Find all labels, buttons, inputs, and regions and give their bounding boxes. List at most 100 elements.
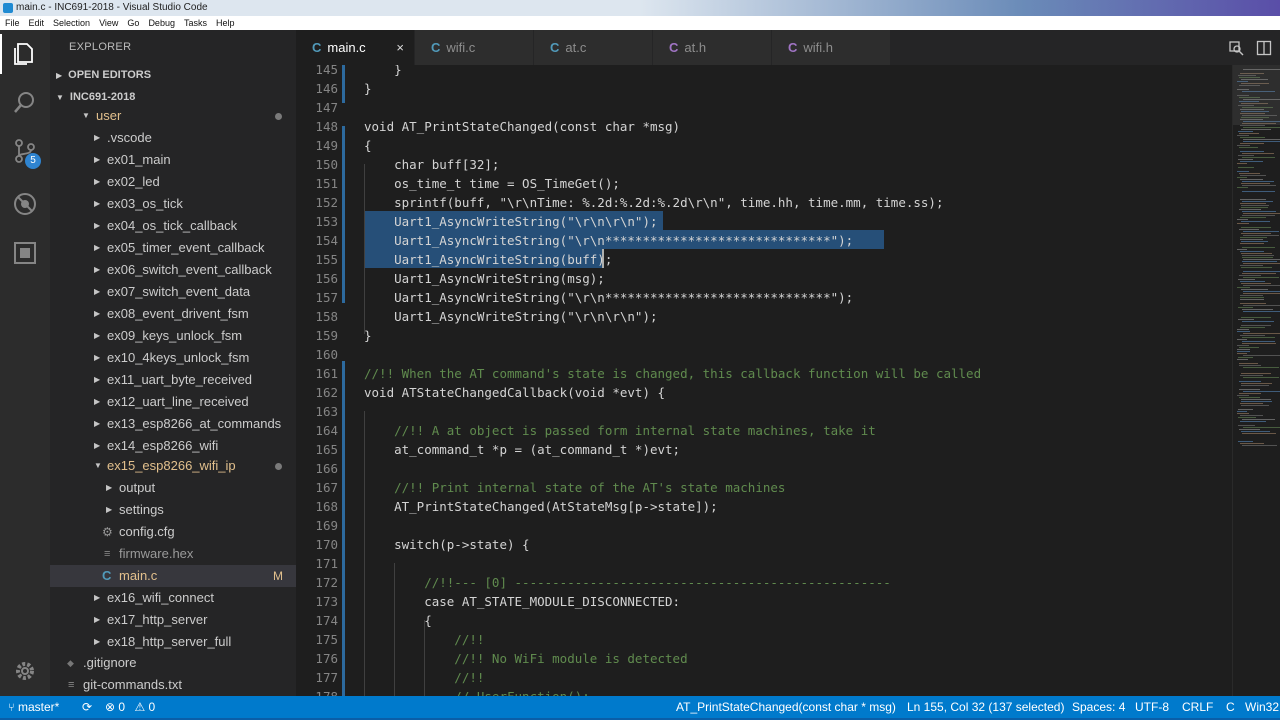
workspace-label: INC691-2018: [69, 91, 136, 103]
code-line: {: [364, 138, 372, 153]
git-branch-item[interactable]: ⑂ master*: [8, 696, 59, 719]
explorer-folder-item[interactable]: ▶ .vscode: [50, 127, 296, 149]
tab-at-h[interactable]: Cat.h: [653, 30, 771, 65]
language-mode[interactable]: C: [1226, 696, 1235, 718]
folder-settings[interactable]: ▶ settings: [50, 499, 296, 521]
c-file-icon: C: [431, 40, 441, 55]
explorer-folder-item[interactable]: ▶ ex08_event_drivent_fsm: [50, 303, 296, 325]
cursor-position[interactable]: Ln 155, Col 32 (137 selected): [907, 696, 1064, 718]
explorer-folder-item[interactable]: ▶ ex06_switch_event_callback: [50, 259, 296, 281]
explorer-folder-item[interactable]: ▶ ex04_os_tick_callback: [50, 215, 296, 237]
explorer-files-icon[interactable]: [12, 41, 38, 67]
tab-wifi-h[interactable]: Cwifi.h: [772, 30, 890, 65]
code-line: switch(p->state) {: [364, 537, 530, 552]
menu-go[interactable]: Go: [127, 16, 139, 30]
minimap-line: [1241, 317, 1271, 318]
line-number: 173: [315, 594, 338, 609]
explorer-folder-item[interactable]: ▶ ex01_main: [50, 149, 296, 171]
minimap-line: [1243, 291, 1280, 292]
explorer-folder-label: ex09_keys_unlock_fsm: [107, 328, 243, 343]
title-bar: main.c - INC691-2018 - Visual Studio Cod…: [0, 0, 1280, 16]
split-editor-icon[interactable]: [1256, 40, 1272, 56]
file-gitignore[interactable]: ◆ .gitignore: [50, 652, 296, 674]
menu-debug[interactable]: Debug: [148, 16, 175, 30]
menu-tasks[interactable]: Tasks: [184, 16, 207, 30]
minimap-line: [1241, 373, 1271, 374]
minimap-slider[interactable]: [1233, 65, 1280, 125]
file-config-cfg[interactable]: ⚙ config.cfg: [50, 521, 296, 543]
minimap-line: [1237, 177, 1247, 178]
file-main-c[interactable]: C main.c M: [50, 565, 296, 587]
line-ending[interactable]: CRLF: [1182, 696, 1213, 718]
line-number: 169: [315, 518, 338, 533]
minimap-line: [1243, 391, 1280, 392]
explorer-folder-item[interactable]: ▼ ex15_esp8266_wifi_ip: [50, 455, 296, 477]
menu-help[interactable]: Help: [216, 16, 235, 30]
line-number: 167: [315, 480, 338, 495]
vscode-app-icon: [3, 3, 13, 13]
explorer-folder-label: ex12_uart_line_received: [107, 394, 249, 409]
line-number: 154: [315, 233, 338, 248]
folder-ex16[interactable]: ▶ ex16_wifi_connect: [50, 587, 296, 609]
folder-output[interactable]: ▶ output: [50, 477, 296, 499]
debug-icon[interactable]: [12, 191, 38, 217]
line-number: 168: [315, 499, 338, 514]
tab-wifi-c[interactable]: Cwifi.c: [415, 30, 533, 65]
minimap-line: [1241, 401, 1272, 402]
platform-config[interactable]: Win32: [1245, 696, 1279, 718]
close-icon[interactable]: ×: [396, 30, 404, 65]
minimap-line: [1237, 135, 1249, 136]
search-icon[interactable]: [12, 90, 38, 116]
code-line: at_command_t *p = (at_command_t *)evt;: [364, 442, 681, 457]
folder-user[interactable]: ▼ user: [50, 105, 296, 127]
explorer-folder-item[interactable]: ▶ ex02_led: [50, 171, 296, 193]
code-editor[interactable]: 145 146 147 148 149 150 151 152 153 154 155 156 157 1…: [296, 65, 1232, 696]
folder-ex18[interactable]: ▶ ex18_http_server_full: [50, 631, 296, 653]
extensions-icon[interactable]: [12, 240, 38, 266]
open-changes-icon[interactable]: [1228, 40, 1244, 56]
encoding[interactable]: UTF-8: [1135, 696, 1169, 718]
menu-file[interactable]: File: [5, 16, 20, 30]
explorer-folder-item[interactable]: ▶ ex03_os_tick: [50, 193, 296, 215]
sync-icon[interactable]: ⟳: [82, 696, 92, 718]
problems-item[interactable]: ⊗ 0 ⚠ 0: [105, 696, 155, 718]
warning-icon: ⚠: [134, 700, 146, 714]
code-line: void ATStateChangedCallback(void *evt) {: [364, 385, 666, 400]
explorer-folder-item[interactable]: ▶ ex07_switch_event_data: [50, 281, 296, 303]
minimap-line: [1240, 199, 1266, 200]
explorer-folder-item[interactable]: ▶ ex09_keys_unlock_fsm: [50, 325, 296, 347]
settings-gear-icon[interactable]: [12, 658, 38, 684]
minimap-line: [1241, 385, 1269, 386]
line-number: 170: [315, 537, 338, 552]
minimap-line: [1241, 325, 1271, 326]
tab-at-c[interactable]: Cat.c: [534, 30, 652, 65]
tab-main-c[interactable]: Cmain.c ×: [296, 30, 414, 65]
menu-view[interactable]: View: [99, 16, 118, 30]
indentation[interactable]: Spaces: 4: [1072, 696, 1125, 718]
minimap-line: [1239, 365, 1261, 366]
explorer-folder-item[interactable]: ▶ ex10_4keys_unlock_fsm: [50, 347, 296, 369]
explorer-folder-item[interactable]: ▶ ex14_esp8266_wifi: [50, 435, 296, 457]
current-function[interactable]: AT_PrintStateChanged(const char * msg): [676, 696, 896, 718]
explorer-folder-item[interactable]: ▶ ex05_timer_event_callback: [50, 237, 296, 259]
minimap[interactable]: [1232, 65, 1280, 696]
line-number: 147: [315, 100, 338, 115]
code-line: //!!: [364, 670, 485, 685]
minimap-line: [1237, 339, 1247, 340]
chevron-right-icon: ▶: [94, 593, 101, 602]
explorer-folder-item[interactable]: ▶ ex12_uart_line_received: [50, 391, 296, 413]
folder-ex17[interactable]: ▶ ex17_http_server: [50, 609, 296, 631]
minimap-line: [1239, 209, 1261, 210]
open-editors-section[interactable]: ▶ OPEN EDITORS: [50, 64, 296, 86]
file-git-commands[interactable]: ≡ git-commands.txt: [50, 674, 296, 696]
c-file-icon: C: [550, 40, 560, 55]
menu-selection[interactable]: Selection: [53, 16, 90, 30]
minimap-line: [1238, 441, 1253, 442]
file-firmware-hex[interactable]: ≡ firmware.hex: [50, 543, 296, 565]
menu-edit[interactable]: Edit: [29, 16, 45, 30]
explorer-folder-item[interactable]: ▶ ex13_esp8266_at_commands: [50, 413, 296, 435]
git-file-icon: ◆: [67, 658, 74, 668]
line-number: 146: [315, 81, 338, 96]
explorer-folder-item[interactable]: ▶ ex11_uart_byte_received: [50, 369, 296, 391]
chevron-right-icon: ▶: [94, 199, 101, 208]
